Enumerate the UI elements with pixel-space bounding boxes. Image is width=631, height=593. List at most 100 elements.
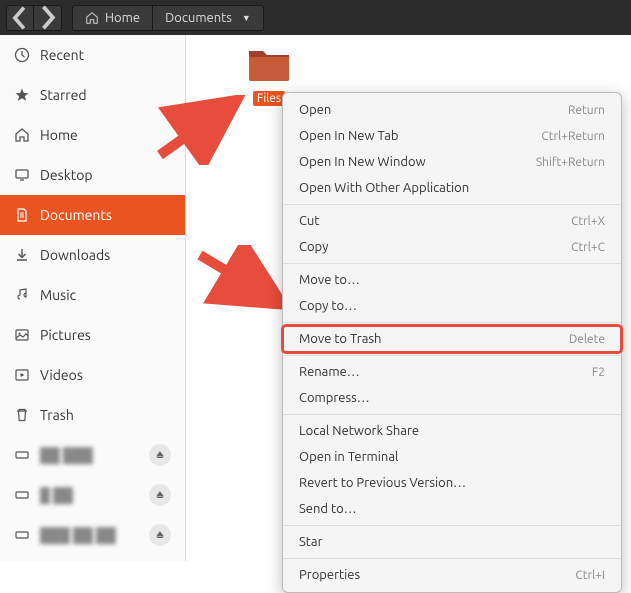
breadcrumb-current-label: Documents — [165, 11, 232, 25]
sidebar-item-mount-3[interactable]: ███ ██ ██ — [0, 515, 185, 555]
folder-icon — [247, 45, 291, 83]
sidebar-item-videos[interactable]: Videos — [0, 355, 185, 395]
home-icon — [85, 11, 99, 25]
menu-item-local-network-share[interactable]: Local Network Share — [283, 418, 621, 444]
menu-item-label: Cut — [299, 214, 319, 228]
pictures-icon — [14, 327, 30, 343]
sidebar-item-mount-4[interactable]: ██ █ ██ — [0, 555, 185, 561]
menu-item-label: Copy — [299, 240, 328, 254]
eject-icon — [155, 450, 165, 460]
music-icon — [14, 287, 30, 303]
drive-icon — [14, 487, 30, 503]
topbar: Home Documents ▼ — [0, 0, 631, 35]
menu-item-open-in-new-window[interactable]: Open In New Window Shift+Return — [283, 149, 621, 175]
menu-separator — [283, 525, 621, 526]
eject-button[interactable] — [149, 444, 171, 466]
menu-item-copy[interactable]: Copy Ctrl+C — [283, 234, 621, 260]
menu-item-label: Move to Trash — [299, 332, 381, 346]
menu-separator — [283, 322, 621, 323]
menu-item-copy-to[interactable]: Copy to… — [283, 293, 621, 319]
menu-item-star[interactable]: Star — [283, 529, 621, 555]
sidebar-item-recent[interactable]: Recent — [0, 35, 185, 75]
sidebar-item-mount-2[interactable]: █ ██ — [0, 475, 185, 515]
downloads-icon — [14, 247, 30, 263]
eject-icon — [155, 490, 165, 500]
menu-item-shortcut: Delete — [569, 333, 605, 346]
menu-separator — [283, 414, 621, 415]
menu-item-cut[interactable]: Cut Ctrl+X — [283, 208, 621, 234]
star-icon — [14, 87, 30, 103]
menu-item-open-in-terminal[interactable]: Open in Terminal — [283, 444, 621, 470]
sidebar-item-trash[interactable]: Trash — [0, 395, 185, 435]
menu-item-label: Open in Terminal — [299, 450, 398, 464]
menu-item-label: Star — [299, 535, 323, 549]
chevron-left-icon — [7, 5, 33, 31]
eject-icon — [155, 530, 165, 540]
annotation-arrow-1 — [150, 95, 250, 165]
folder-label: Files — [253, 91, 285, 106]
eject-button[interactable] — [149, 524, 171, 546]
menu-separator — [283, 355, 621, 356]
chevron-right-icon — [34, 4, 61, 31]
chevron-down-icon: ▼ — [242, 13, 251, 23]
sidebar-item-mount-1[interactable]: ██ ███ — [0, 435, 185, 475]
menu-item-shortcut: Ctrl+I — [575, 569, 605, 582]
menu-item-label: Rename… — [299, 365, 360, 379]
menu-item-open-with-other-application[interactable]: Open With Other Application — [283, 175, 621, 201]
menu-item-label: Move to… — [299, 273, 360, 287]
menu-item-label: Properties — [299, 568, 360, 582]
nav-buttons — [6, 5, 62, 31]
sidebar-item-label: Desktop — [40, 167, 93, 183]
forward-button[interactable] — [34, 5, 62, 31]
menu-item-open[interactable]: OpenReturn — [283, 97, 621, 123]
sidebar-item-music[interactable]: Music — [0, 275, 185, 315]
back-button[interactable] — [6, 5, 34, 31]
breadcrumb: Home Documents ▼ — [72, 5, 264, 31]
sidebar-item-label: Downloads — [40, 247, 110, 263]
sidebar-item-documents[interactable]: Documents — [0, 195, 185, 235]
menu-item-send-to[interactable]: Send to… — [283, 496, 621, 522]
menu-item-rename[interactable]: Rename… F2 — [283, 359, 621, 385]
menu-item-label: Local Network Share — [299, 424, 419, 438]
menu-item-properties[interactable]: Properties Ctrl+I — [283, 562, 621, 588]
sidebar-item-label: Pictures — [40, 327, 91, 343]
menu-item-shortcut: F2 — [592, 366, 605, 379]
sidebar-item-pictures[interactable]: Pictures — [0, 315, 185, 355]
sidebar-item-downloads[interactable]: Downloads — [0, 235, 185, 275]
breadcrumb-home[interactable]: Home — [72, 5, 153, 31]
sidebar-item-label: ███ ██ ██ — [40, 527, 116, 543]
clock-icon — [14, 47, 30, 63]
menu-item-shortcut: Ctrl+X — [571, 215, 605, 228]
sidebar-item-label: Videos — [40, 367, 83, 383]
sidebar-item-label: ██ ███ — [40, 447, 93, 463]
menu-item-label: Send to… — [299, 502, 357, 516]
sidebar-item-label: Music — [40, 287, 76, 303]
menu-item-label: Open In New Window — [299, 155, 426, 169]
sidebar-item-label: Documents — [40, 207, 112, 223]
breadcrumb-home-label: Home — [105, 11, 140, 25]
menu-item-compress[interactable]: Compress… — [283, 385, 621, 411]
sidebar-item-label: Trash — [40, 407, 74, 423]
breadcrumb-current[interactable]: Documents ▼ — [153, 5, 264, 31]
menu-item-shortcut: Ctrl+Return — [541, 130, 605, 143]
annotation-arrow-2 — [190, 245, 290, 315]
drive-icon — [14, 527, 30, 543]
sidebar-item-label: Starred — [40, 87, 87, 103]
drive-icon — [14, 447, 30, 463]
trash-icon — [14, 407, 30, 423]
menu-item-shortcut: Return — [568, 104, 605, 117]
menu-item-move-to[interactable]: Move to… — [283, 267, 621, 293]
desktop-icon — [14, 167, 30, 183]
sidebar-item-label: Recent — [40, 47, 84, 63]
menu-item-label: Open With Other Application — [299, 181, 469, 195]
home-icon — [14, 127, 30, 143]
documents-icon — [14, 207, 30, 223]
menu-item-shortcut: Ctrl+C — [571, 241, 605, 254]
menu-separator — [283, 263, 621, 264]
menu-item-move-to-trash[interactable]: Move to Trash Delete — [283, 326, 621, 352]
sidebar-item-label: Home — [40, 127, 78, 143]
menu-item-open-in-new-tab[interactable]: Open In New TabCtrl+Return — [283, 123, 621, 149]
eject-button[interactable] — [149, 484, 171, 506]
menu-item-shortcut: Shift+Return — [536, 156, 605, 169]
menu-item-revert-to-previous-version[interactable]: Revert to Previous Version… — [283, 470, 621, 496]
